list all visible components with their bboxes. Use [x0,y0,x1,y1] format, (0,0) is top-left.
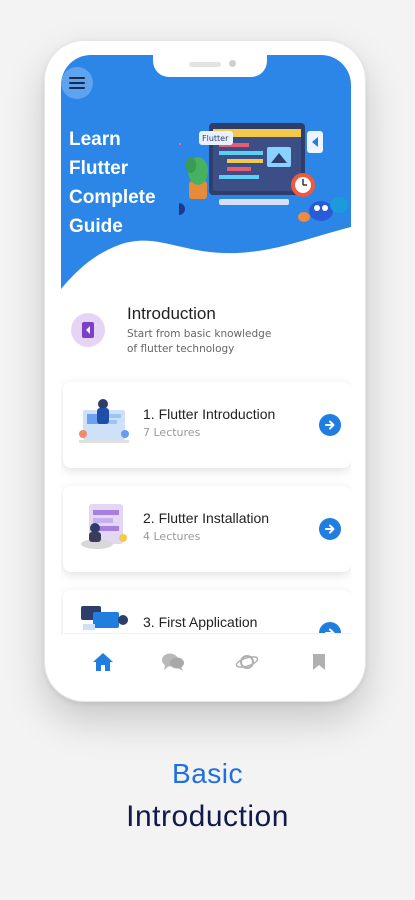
speaker-slot [189,62,221,67]
intro-subtitle: Start from basic knowledge of flutter te… [127,327,307,357]
phone-frame: Learn Flutter Complete Guide Flutter Int… [44,40,366,702]
arrow-right-icon [325,524,335,534]
nav-chat[interactable] [159,648,187,676]
planet-icon [235,655,259,669]
hero-title-line: Guide [69,216,123,237]
course-title: 2. Flutter Installation [143,510,270,526]
chevron-left-icon [82,322,94,338]
flutter-developer-illustration: Flutter [179,123,348,222]
caption-subheading: Introduction [126,800,289,833]
course-title: 3. First Application [143,614,258,630]
hero-title: Learn Flutter Complete Guide [69,125,179,241]
hero-title-line: Flutter [69,158,129,179]
course-title: 1. Flutter Introduction [143,406,276,422]
hero-header: Learn Flutter Complete Guide Flutter [61,55,351,295]
open-course-button[interactable] [319,518,341,540]
intro-subtitle-line: of flutter technology [127,343,235,355]
course-thumbnail [81,504,127,549]
course-lecture-count: 7 Lectures [143,426,201,439]
camera-dot [229,60,236,67]
nav-explore[interactable] [233,648,261,676]
open-course-button[interactable] [319,414,341,436]
menu-button[interactable] [61,67,93,99]
hamburger-menu-icon [69,77,85,89]
home-icon [93,653,113,671]
app-screen: Learn Flutter Complete Guide Flutter Int… [61,55,351,689]
course-card[interactable]: 2. Flutter Installation 4 Lectures [63,486,351,572]
hero-title-line: Complete [69,187,156,208]
course-thumbnail [79,399,129,443]
hero-title-line: Learn [69,129,121,150]
course-lecture-count: 4 Lectures [143,530,201,543]
nav-home[interactable] [89,648,117,676]
bookmark-icon [313,654,325,670]
course-card[interactable]: 1. Flutter Introduction 7 Lectures [63,382,351,468]
phone-notch [153,55,267,77]
bottom-navigation [61,633,351,689]
intro-title: Introduction [127,304,216,323]
nav-bookmarks[interactable] [305,648,333,676]
illustration-label: Flutter [202,134,229,143]
arrow-right-icon [325,420,335,430]
intro-icon-badge [71,313,105,347]
caption-heading: Basic [172,758,243,789]
chat-bubbles-icon [162,653,184,671]
intro-subtitle-line: Start from basic knowledge [127,328,272,340]
